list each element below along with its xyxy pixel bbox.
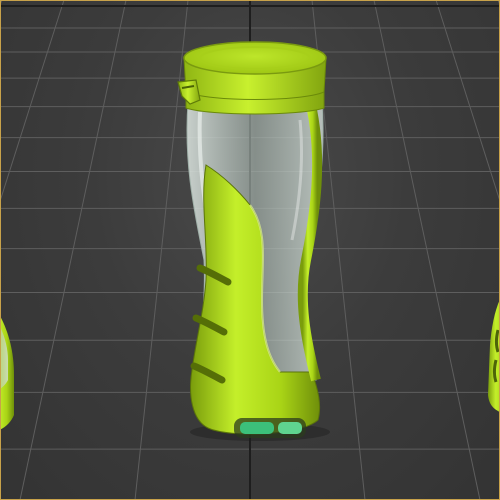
cap-latch bbox=[177, 79, 201, 105]
bottle-center[interactable] bbox=[177, 41, 330, 441]
3d-viewport[interactable] bbox=[0, 0, 500, 500]
scene-objects bbox=[0, 41, 500, 441]
bottle-left-partial[interactable] bbox=[0, 300, 14, 432]
bottle-right-partial[interactable] bbox=[488, 285, 500, 415]
